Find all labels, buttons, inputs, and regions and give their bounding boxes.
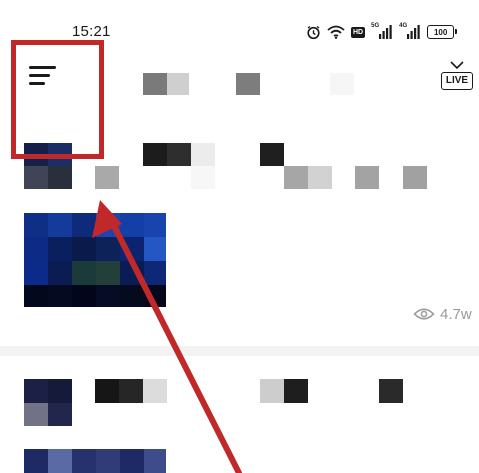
signal-5g-icon: 5G bbox=[371, 23, 393, 40]
live-button[interactable]: LIVE bbox=[439, 60, 475, 94]
signal-4g-icon: 4G bbox=[399, 23, 421, 40]
feed-item1-views: 4.7w bbox=[413, 304, 472, 324]
wifi-icon bbox=[327, 25, 345, 39]
feed-divider bbox=[0, 346, 479, 356]
status-time: 15:21 bbox=[72, 23, 111, 40]
live-label: LIVE bbox=[441, 72, 473, 90]
battery-icon: 100 bbox=[427, 25, 458, 39]
eye-icon bbox=[413, 308, 435, 320]
annotation-highlight-box bbox=[11, 40, 104, 159]
alarm-icon bbox=[306, 25, 321, 40]
view-count: 4.7w bbox=[440, 305, 472, 323]
hd-icon: HD bbox=[351, 26, 366, 38]
status-icons: HD 5G 4G 100 bbox=[306, 22, 458, 42]
